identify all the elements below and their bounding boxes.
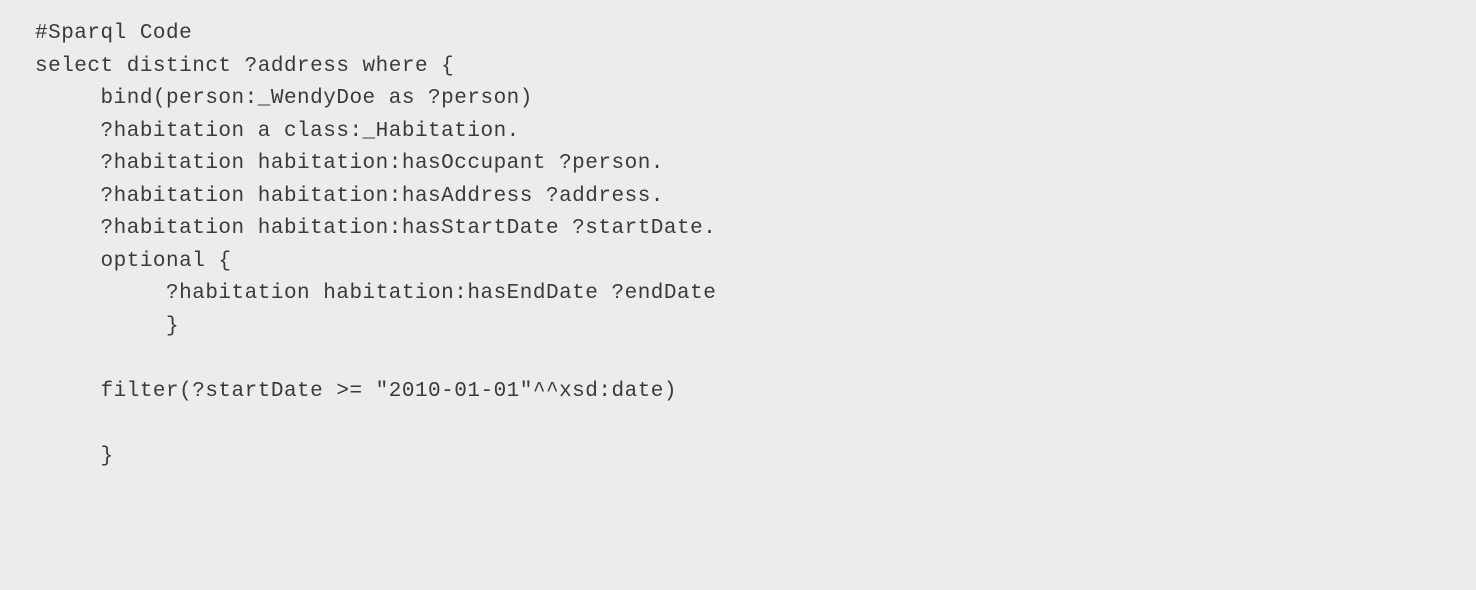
code-line: select distinct ?address where { (35, 55, 454, 78)
code-line: ?habitation a class:_Habitation. (35, 120, 520, 143)
code-line: ?habitation habitation:hasAddress ?addre… (35, 185, 664, 208)
code-line: ?habitation habitation:hasEndDate ?endDa… (35, 282, 716, 305)
code-line: #Sparql Code (35, 22, 192, 45)
code-line: ?habitation habitation:hasOccupant ?pers… (35, 152, 664, 175)
code-line: bind(person:_WendyDoe as ?person) (35, 87, 533, 110)
code-line: } (35, 445, 114, 468)
code-line: } (35, 315, 179, 338)
code-line: optional { (35, 250, 232, 273)
code-line: ?habitation habitation:hasStartDate ?sta… (35, 217, 716, 240)
code-line: filter(?startDate >= "2010-01-01"^^xsd:d… (35, 380, 677, 403)
sparql-code-block: #Sparql Code select distinct ?address wh… (35, 18, 1441, 474)
